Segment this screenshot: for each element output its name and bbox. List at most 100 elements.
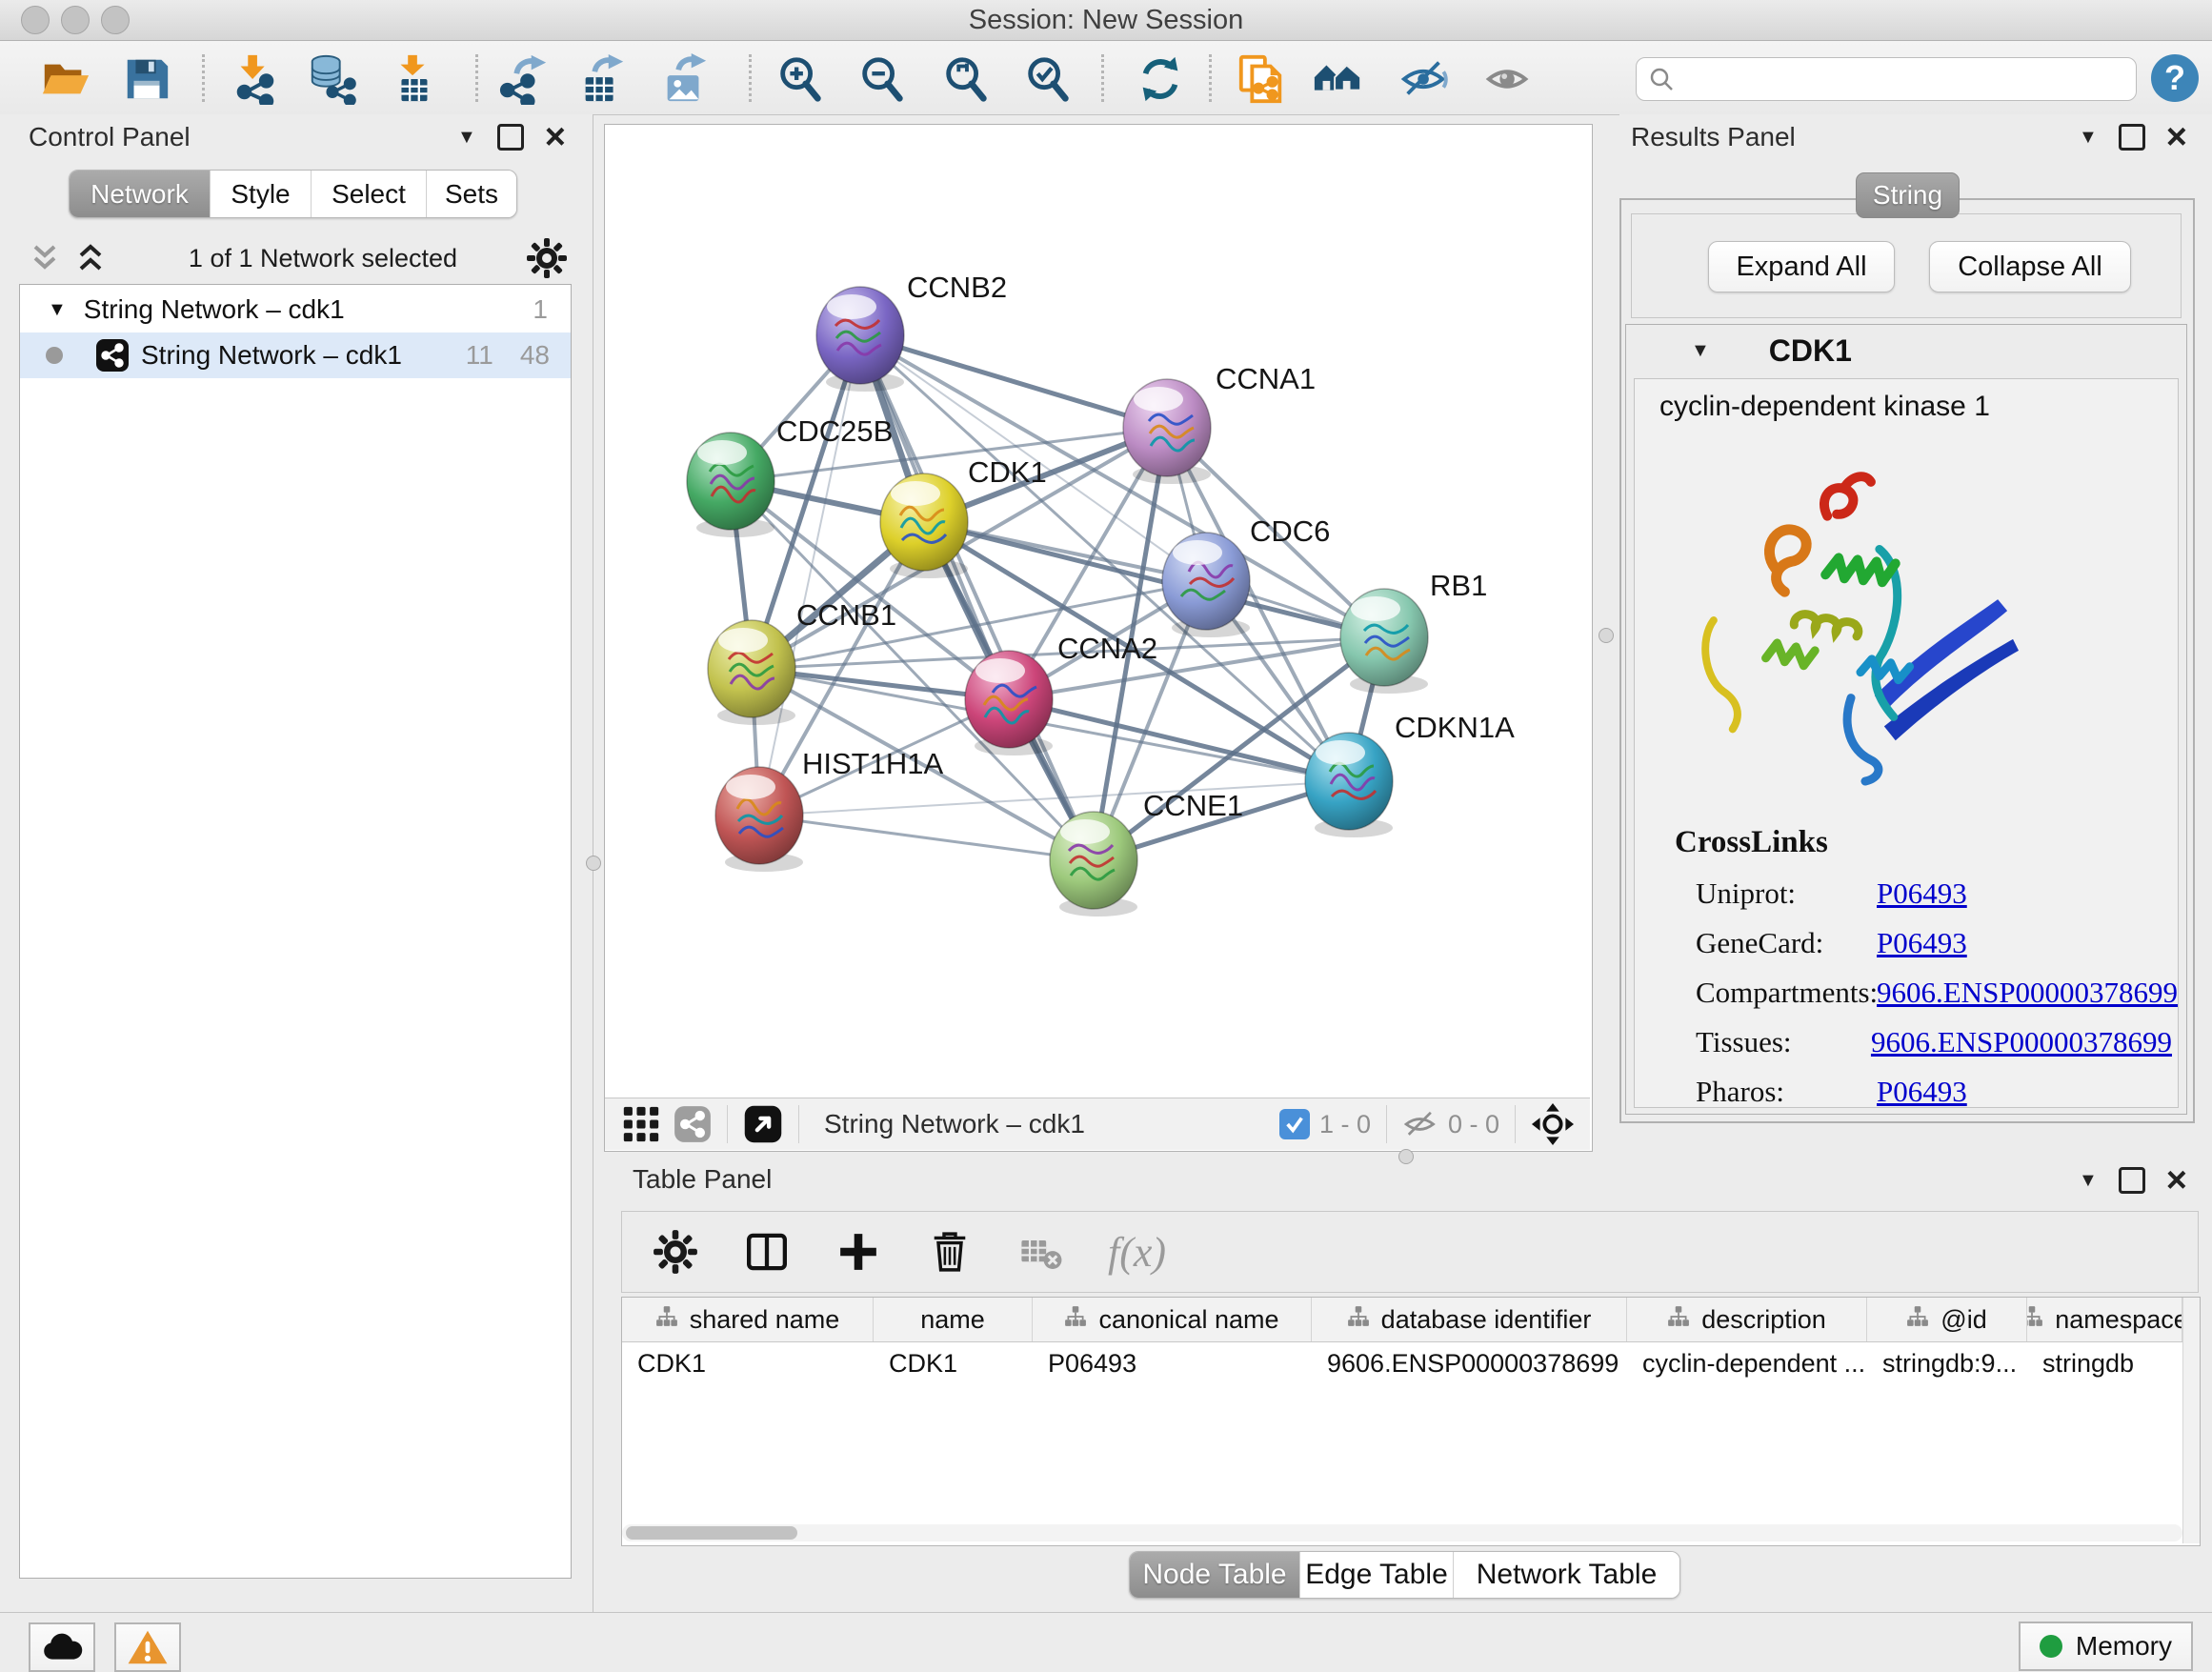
panel-divider-handle[interactable]: [1398, 1149, 1414, 1164]
table-panel-float-icon[interactable]: [2119, 1167, 2145, 1194]
tab-network[interactable]: Network: [70, 171, 210, 217]
table-cell[interactable]: P06493: [1033, 1341, 1312, 1385]
network-node-CCNA1[interactable]: CCNA1: [1123, 362, 1316, 484]
search-box[interactable]: [1636, 57, 2137, 101]
cloud-icon: [41, 1632, 83, 1662]
table-panel-close-icon[interactable]: ×: [2166, 1170, 2187, 1191]
results-panel-menu-icon[interactable]: ▼: [2079, 128, 2098, 147]
zoom-fit-button[interactable]: [939, 52, 993, 106]
tab-network-table[interactable]: Network Table: [1453, 1552, 1679, 1598]
column-header-@id[interactable]: @id: [1867, 1298, 2027, 1341]
import-network-button[interactable]: [229, 52, 282, 106]
save-session-button[interactable]: [120, 52, 173, 106]
tab-style[interactable]: Style: [210, 171, 311, 217]
tab-sets[interactable]: Sets: [426, 171, 516, 217]
network-collection-row[interactable]: ▼ String Network – cdk1 1: [20, 287, 571, 332]
search-input[interactable]: [1682, 64, 2124, 95]
column-header-canonical-name[interactable]: canonical name: [1033, 1298, 1312, 1341]
import-table-button[interactable]: [387, 52, 440, 106]
function-builder-button[interactable]: f(x): [1108, 1228, 1166, 1277]
gene-collapse-icon[interactable]: ▼: [1691, 341, 1710, 360]
column-type-icon: [655, 1305, 678, 1335]
expand-all-chevron-icon[interactable]: [74, 243, 107, 273]
grid-view-icon[interactable]: [622, 1105, 660, 1143]
show-columns-button[interactable]: [742, 1227, 792, 1277]
table-cell[interactable]: stringdb:9...: [1867, 1341, 2027, 1385]
results-panel-float-icon[interactable]: [2119, 124, 2145, 151]
gene-entry-header[interactable]: ▼ CDK1: [1626, 325, 2186, 376]
table-cell[interactable]: CDK1: [622, 1341, 874, 1385]
crosslink-link[interactable]: 9606.ENSP00000378699: [1871, 1025, 2172, 1059]
collection-expand-icon[interactable]: ▼: [48, 299, 67, 321]
column-header-namespace[interactable]: namespace: [2027, 1298, 2182, 1341]
birdseye-view-icon[interactable]: [743, 1104, 783, 1144]
control-panel-close-icon[interactable]: ×: [545, 127, 566, 148]
zoom-selected-button[interactable]: [1021, 52, 1075, 106]
network-node-CDKN1A[interactable]: CDKN1A: [1305, 711, 1515, 837]
first-neighbors-button[interactable]: [1311, 52, 1364, 106]
tab-string[interactable]: String: [1856, 172, 1960, 218]
crosslink-link[interactable]: P06493: [1877, 1075, 1967, 1108]
node-label-CCNB2: CCNB2: [907, 271, 1007, 304]
network-canvas[interactable]: CCNB2CCNA1CDC25BCDK1CDC6RB1CCNB1CCNA2CDK…: [605, 125, 1590, 1098]
network-node-CDC25B[interactable]: CDC25B: [687, 414, 893, 537]
table-cell[interactable]: cyclin-dependent ...: [1627, 1341, 1867, 1385]
tab-node-table[interactable]: Node Table: [1130, 1552, 1299, 1598]
column-header-name[interactable]: name: [874, 1298, 1033, 1341]
network-node-RB1[interactable]: RB1: [1340, 569, 1487, 694]
table-vertical-scrollbar[interactable]: [2182, 1298, 2200, 1543]
toolbar-separator: [202, 54, 205, 102]
network-node-CCNA2[interactable]: CCNA2: [965, 632, 1157, 755]
zoom-in-button[interactable]: [774, 52, 827, 106]
hide-selected-button[interactable]: [1398, 52, 1452, 106]
table-options-button[interactable]: [651, 1227, 700, 1277]
help-button[interactable]: ?: [2151, 54, 2199, 102]
export-network-button[interactable]: [497, 52, 551, 106]
selected-checkbox[interactable]: [1279, 1109, 1310, 1139]
open-session-button[interactable]: [38, 52, 91, 106]
collapse-all-button[interactable]: Collapse All: [1929, 241, 2131, 292]
show-all-button[interactable]: [1482, 52, 1536, 106]
crosslink-link[interactable]: P06493: [1877, 876, 1967, 911]
table-panel-menu-icon[interactable]: ▼: [2079, 1171, 2098, 1190]
expand-all-button[interactable]: Expand All: [1708, 241, 1895, 292]
column-label: canonical name: [1098, 1305, 1278, 1335]
apply-style-refresh-button[interactable]: [1134, 52, 1187, 106]
zoom-out-button[interactable]: [855, 52, 909, 106]
delete-column-button[interactable]: [925, 1227, 975, 1277]
fit-crosshair-icon[interactable]: [1531, 1102, 1575, 1146]
column-header-description[interactable]: description: [1627, 1298, 1867, 1341]
create-column-button[interactable]: [834, 1227, 883, 1277]
tab-select[interactable]: Select: [311, 171, 426, 217]
network-row[interactable]: String Network – cdk1 11 48: [20, 332, 571, 378]
scrollbar-thumb[interactable]: [626, 1526, 797, 1540]
network-node-HIST1H1A[interactable]: HIST1H1A: [715, 747, 943, 872]
crosslink-link[interactable]: P06493: [1877, 926, 1967, 960]
network-type-icon[interactable]: [674, 1105, 712, 1143]
results-panel-close-icon[interactable]: ×: [2166, 127, 2187, 148]
export-image-button[interactable]: [657, 52, 711, 106]
panel-divider-handle[interactable]: [1599, 628, 1614, 643]
tab-edge-table[interactable]: Edge Table: [1299, 1552, 1453, 1598]
collapse-all-chevron-icon[interactable]: [29, 243, 61, 273]
column-header-shared-name[interactable]: shared name: [622, 1298, 874, 1341]
control-panel-menu-icon[interactable]: ▼: [457, 128, 476, 147]
table-row[interactable]: CDK1CDK1P064939606.ENSP00000378699cyclin…: [622, 1341, 2182, 1385]
table-horizontal-scrollbar[interactable]: [622, 1524, 2182, 1541]
export-table-button[interactable]: [575, 52, 629, 106]
warnings-button[interactable]: [114, 1622, 181, 1672]
network-node-CCNE1[interactable]: CCNE1: [1050, 789, 1243, 917]
memory-button[interactable]: Memory: [2019, 1622, 2193, 1671]
network-options-gear-icon[interactable]: [526, 237, 568, 279]
import-network-from-database-button[interactable]: [305, 52, 358, 106]
delete-table-button[interactable]: [1016, 1227, 1066, 1277]
duplicate-network-button[interactable]: [1235, 52, 1288, 106]
table-cell[interactable]: 9606.ENSP00000378699: [1312, 1341, 1627, 1385]
table-cell[interactable]: stringdb: [2027, 1341, 2182, 1385]
cloud-status-button[interactable]: [29, 1622, 95, 1672]
control-panel-float-icon[interactable]: [497, 124, 524, 151]
panel-divider-handle[interactable]: [586, 856, 601, 871]
column-header-database-identifier[interactable]: database identifier: [1312, 1298, 1627, 1341]
crosslink-link[interactable]: 9606.ENSP00000378699: [1877, 976, 2178, 1010]
table-cell[interactable]: CDK1: [874, 1341, 1033, 1385]
